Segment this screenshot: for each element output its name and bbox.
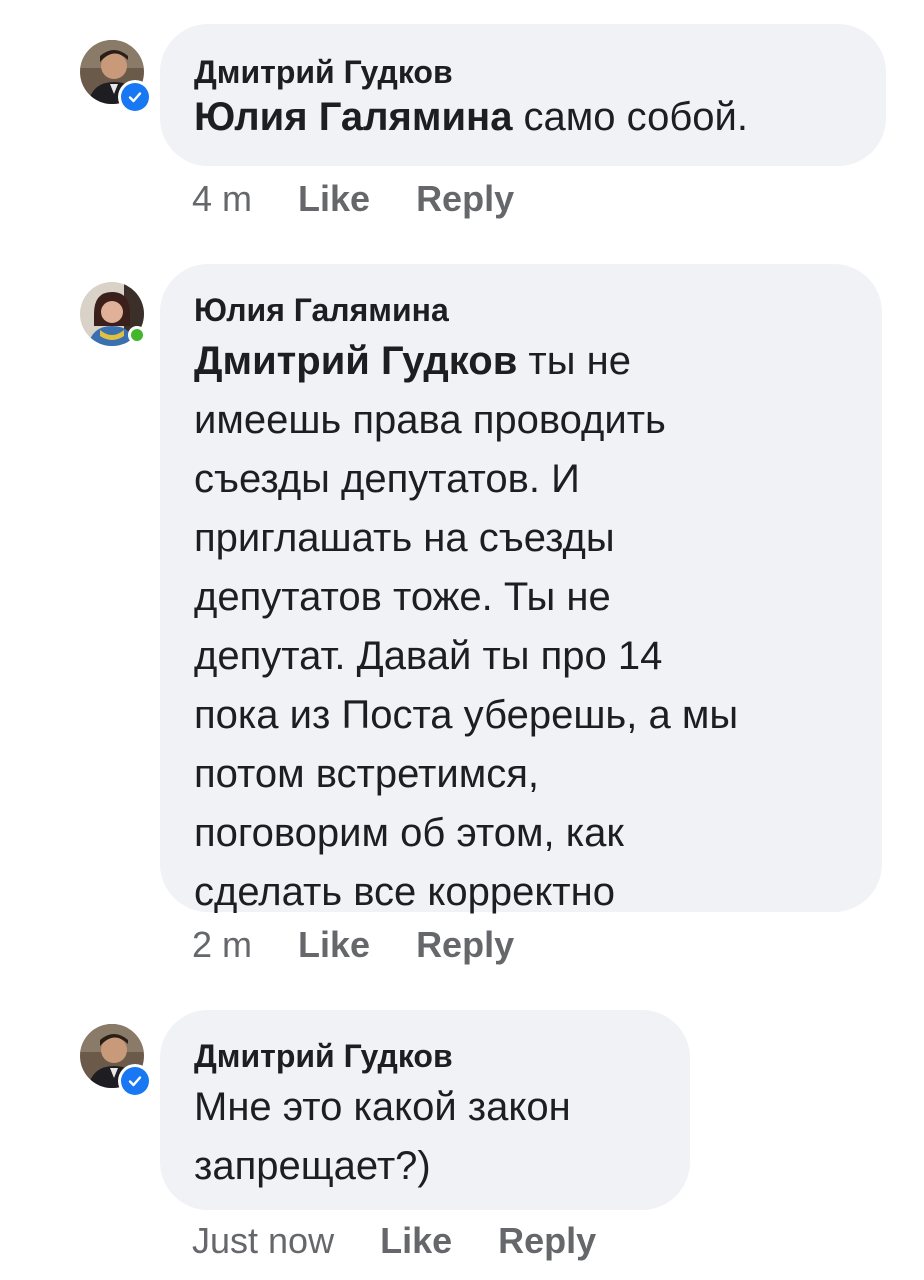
mention-link[interactable]: Дмитрий Гудков: [194, 339, 517, 383]
mention-link[interactable]: Юлия Галямина: [194, 95, 512, 139]
comment-bubble: Юлия Галямина Дмитрий Гудков ты не имееш…: [160, 264, 882, 914]
comment-bubble: Дмитрий Гудков Мне это какой закон запре…: [160, 1010, 690, 1210]
avatar[interactable]: [80, 282, 146, 346]
comment-text: Мне это какой закон запрещает?): [194, 1085, 571, 1188]
comment-actions: Just now Like Reply: [192, 1220, 642, 1262]
comment-author[interactable]: Юлия Галямина: [194, 290, 846, 330]
comment-bubble: Дмитрий Гудков Юлия Галямина само собой.: [160, 24, 886, 166]
comment-actions: 2 m Like Reply: [192, 924, 560, 966]
verified-badge-icon: [118, 80, 152, 114]
comment-timestamp[interactable]: Just now: [192, 1220, 334, 1262]
reply-button[interactable]: Reply: [498, 1220, 596, 1262]
avatar[interactable]: [80, 1024, 152, 1098]
comment-author[interactable]: Дмитрий Гудков: [194, 1036, 654, 1076]
online-status-icon: [128, 326, 146, 344]
like-button[interactable]: Like: [380, 1220, 452, 1262]
comment-text: Дмитрий Гудков ты не имеешь права провод…: [194, 339, 739, 914]
comment-actions: 4 m Like Reply: [192, 178, 560, 220]
comment-timestamp[interactable]: 2 m: [192, 924, 252, 966]
like-button[interactable]: Like: [298, 178, 370, 220]
reply-button[interactable]: Reply: [416, 924, 514, 966]
comment-timestamp[interactable]: 4 m: [192, 178, 252, 220]
avatar[interactable]: [80, 40, 152, 114]
like-button[interactable]: Like: [298, 924, 370, 966]
verified-badge-icon: [118, 1064, 152, 1098]
reply-button[interactable]: Reply: [416, 178, 514, 220]
comment-author[interactable]: Дмитрий Гудков: [194, 52, 850, 92]
comment-text: Юлия Галямина само собой.: [194, 95, 748, 139]
